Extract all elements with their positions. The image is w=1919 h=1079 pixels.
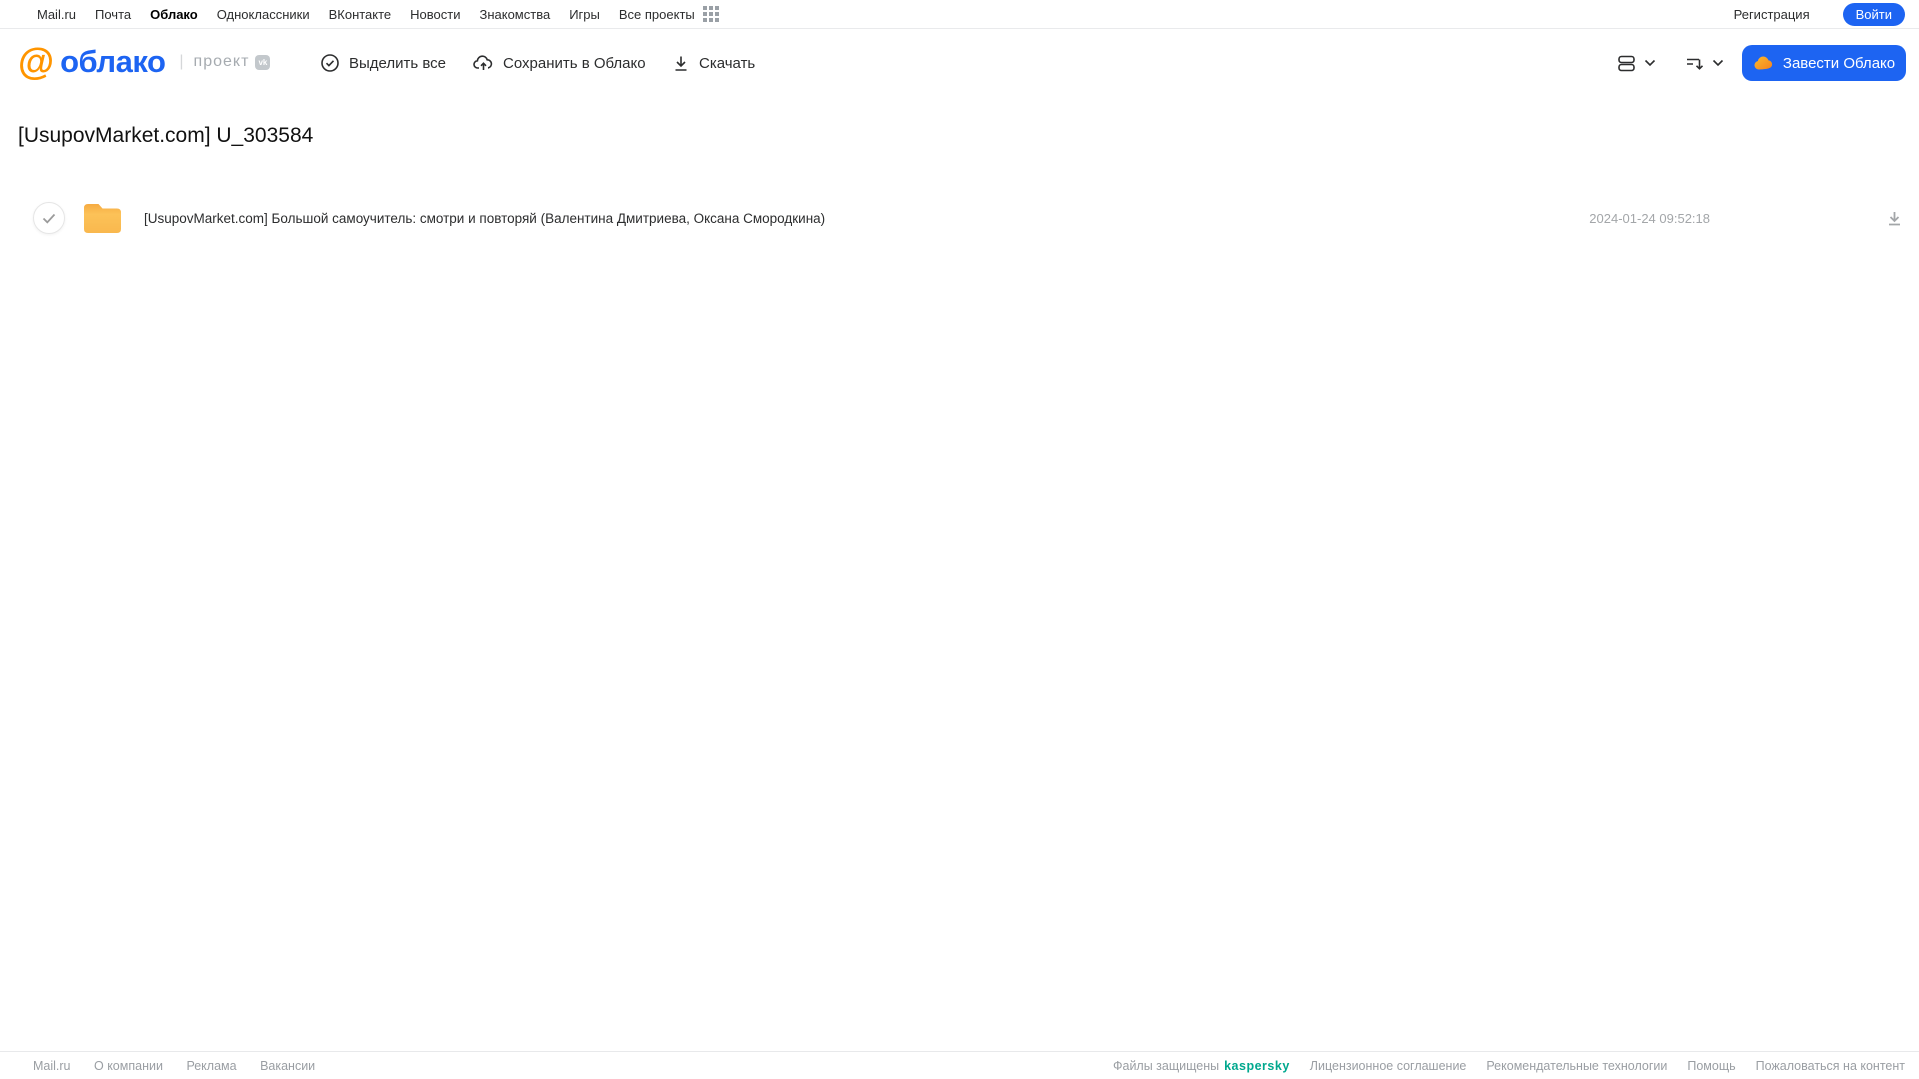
get-cloud-button[interactable]: Завести Облако (1742, 45, 1906, 81)
row-download-button[interactable] (1883, 207, 1905, 229)
topbar-link-odnoklassniki[interactable]: Одноклассники (217, 7, 310, 22)
sort-icon (1687, 58, 1704, 70)
check-circle-icon (321, 54, 339, 72)
logo-wordmark: облако (60, 44, 166, 79)
topbar-link-pochta[interactable]: Почта (95, 7, 131, 22)
header: @ облако | проект vk Выделить все Сохран… (0, 30, 1919, 96)
footer-right-links: Файлы защищены kaspersky Лицензионное со… (1113, 1059, 1905, 1073)
download-label: Скачать (699, 54, 756, 72)
select-all-label: Выделить все (349, 54, 447, 72)
footer-link-mailru[interactable]: Mail.ru (33, 1059, 71, 1073)
footer: Mail.ru О компании Реклама Вакансии Файл… (0, 1051, 1919, 1079)
footer-link-company[interactable]: О компании (94, 1059, 163, 1073)
download-button[interactable]: Скачать (672, 30, 755, 96)
cloud-upload-icon (473, 55, 493, 70)
save-to-cloud-label: Сохранить в Облако (503, 54, 646, 72)
footer-link-license[interactable]: Лицензионное соглашение (1310, 1059, 1467, 1073)
cloud-icon (1754, 56, 1773, 70)
file-date: 2024-01-24 09:52:18 (1589, 210, 1710, 226)
download-icon (675, 56, 687, 71)
footer-left-links: Mail.ru О компании Реклама Вакансии (33, 1059, 335, 1073)
vk-icon: vk (255, 54, 271, 70)
logo-separator: | (179, 53, 184, 70)
topbar-link-all-projects[interactable]: Все проекты (619, 7, 695, 22)
cloud-logo[interactable]: @ облако | проект vk (18, 41, 271, 82)
all-projects-grid-icon[interactable] (702, 6, 719, 22)
page-title: [UsupovMarket.com] U_303584 (18, 124, 314, 147)
topbar-link-oblako[interactable]: Облако (150, 7, 198, 22)
footer-link-vacancies[interactable]: Вакансии (260, 1059, 315, 1073)
project-label: проект (193, 53, 250, 70)
get-cloud-label: Завести Облако (1782, 54, 1896, 72)
view-mode-icon (1618, 55, 1635, 71)
chevron-down-icon (1644, 59, 1656, 67)
kaspersky-logo[interactable]: kaspersky (1224, 1059, 1290, 1073)
footer-link-report-content[interactable]: Пожаловаться на контент (1756, 1059, 1905, 1073)
footer-link-ads[interactable]: Реклама (186, 1059, 236, 1073)
folder-icon (84, 204, 121, 233)
topbar-link-mailru[interactable]: Mail.ru (37, 7, 76, 22)
file-row[interactable]: [UsupovMarket.com] Большой самоучитель: … (0, 197, 1919, 239)
topbar-link-znakomstva[interactable]: Знакомства (479, 7, 550, 22)
topbar-link-novosti[interactable]: Новости (410, 7, 460, 22)
check-icon (42, 213, 56, 224)
topbar-link-igry[interactable]: Игры (569, 7, 600, 22)
portal-topbar: Mail.ru Почта Облако Одноклассники ВКонт… (0, 0, 1919, 29)
register-link[interactable]: Регистрация (1734, 7, 1810, 22)
row-checkbox[interactable] (33, 202, 65, 234)
mailru-at-icon: @ (18, 41, 55, 82)
topbar-link-vkontakte[interactable]: ВКонтакте (329, 7, 392, 22)
file-name: [UsupovMarket.com] Большой самоучитель: … (144, 210, 826, 226)
footer-link-recommendations[interactable]: Рекомендательные технологии (1486, 1059, 1667, 1073)
login-button[interactable]: Войти (1842, 3, 1905, 26)
save-to-cloud-button[interactable]: Сохранить в Облако (473, 30, 646, 96)
files-protected-label: Файлы защищены (1112, 1058, 1220, 1073)
view-mode-dropdown[interactable] (1616, 30, 1656, 96)
download-icon (1888, 211, 1900, 225)
chevron-down-icon (1712, 59, 1724, 67)
footer-link-help[interactable]: Помощь (1687, 1059, 1735, 1073)
sort-dropdown[interactable] (1684, 30, 1724, 96)
select-all-button[interactable]: Выделить все (320, 30, 446, 96)
